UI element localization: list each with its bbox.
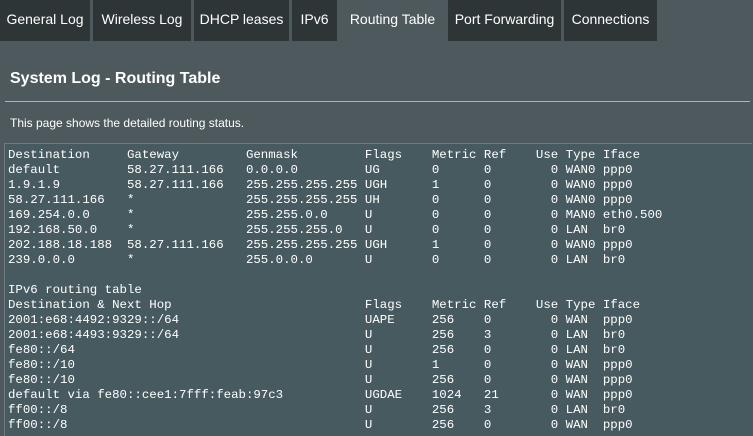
tab-port-forwarding[interactable]: Port Forwarding — [448, 0, 561, 41]
page-title: System Log - Routing Table — [10, 70, 221, 87]
tab-connections[interactable]: Connections — [564, 0, 657, 41]
page-description: This page shows the detailed routing sta… — [10, 116, 245, 130]
title-divider — [5, 101, 750, 102]
tab-dhcp-leases[interactable]: DHCP leases — [194, 0, 289, 41]
tab-wireless-log[interactable]: Wireless Log — [93, 0, 191, 41]
tab-ipv6[interactable]: IPv6 — [292, 0, 337, 41]
tab-routing-table[interactable]: Routing Table — [340, 0, 445, 41]
routing-log-text: Destination Gateway Genmask Flags Metric… — [8, 148, 663, 432]
routing-log-box[interactable]: Destination Gateway Genmask Flags Metric… — [4, 143, 752, 436]
tab-general-log[interactable]: General Log — [0, 0, 90, 41]
log-tab-bar: General Log Wireless Log DHCP leases IPv… — [0, 0, 753, 41]
